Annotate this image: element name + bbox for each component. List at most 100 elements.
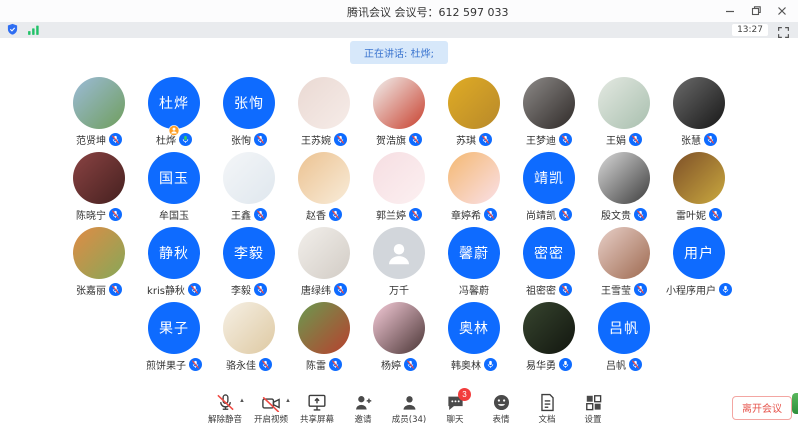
participant-cell[interactable]: 郭兰婷 (362, 152, 437, 227)
avatar: 靖凯 (523, 152, 575, 204)
participant-cell[interactable]: 万千 (362, 227, 437, 302)
close-button[interactable] (772, 2, 792, 20)
participant-cell[interactable]: 雷叶妮 (662, 152, 737, 227)
toolbar-button-camera-off[interactable]: 开启视频▲ (248, 393, 294, 425)
participant-cell[interactable]: 奥林韩奥林 (437, 302, 512, 377)
avatar (598, 77, 650, 129)
mic-muted-icon (709, 208, 722, 221)
participant-name: 张嘉丽 (76, 282, 106, 297)
minimize-icon (725, 6, 735, 16)
window-titlebar: 腾讯会议 会议号：612 597 033 (0, 0, 798, 22)
avatar-initials: 静秋 (159, 243, 189, 263)
participant-cell[interactable]: 李毅李毅 (212, 227, 287, 302)
fullscreen-button[interactable] (777, 24, 790, 37)
participant-cell[interactable]: 殷文贵 (587, 152, 662, 227)
participant-cell[interactable]: 张恂张恂 (212, 77, 287, 152)
default-person-icon (384, 238, 414, 268)
participant-cell[interactable]: 靖凯尚靖凯 (512, 152, 587, 227)
mic-muted-icon (559, 208, 572, 221)
participant-name: 赵香 (306, 207, 326, 222)
avatar-initials: 张恂 (234, 93, 264, 113)
participant-cell[interactable]: 骆永佳 (212, 302, 287, 377)
participant-name: 冯馨蔚 (459, 282, 489, 297)
mic-muted-icon (479, 133, 492, 146)
caret-up-icon[interactable]: ▲ (239, 398, 245, 404)
avatar-initials: 杜烨 (159, 93, 189, 113)
participant-name: 苏琪 (456, 132, 476, 147)
participant-cell[interactable]: 贺浩旗 (362, 77, 437, 152)
participant-cell[interactable]: 馨蔚冯馨蔚 (437, 227, 512, 302)
avatar (298, 227, 350, 279)
participant-cell[interactable]: 张嘉丽 (62, 227, 137, 302)
leave-meeting-button[interactable]: 离开会议 (732, 396, 792, 420)
mic-muted-icon (254, 283, 267, 296)
mic-muted-icon (334, 283, 347, 296)
avatar (373, 302, 425, 354)
participant-cell[interactable]: 张慧 (662, 77, 737, 152)
toolbar-button-mic-off[interactable]: 解除静音▲ (202, 393, 248, 425)
participant-cell[interactable]: 赵香 (287, 152, 362, 227)
toolbar-button-emoji[interactable]: 表情 (478, 393, 524, 425)
toolbar-button-invite[interactable]: 邀请 (340, 393, 386, 425)
participant-cell[interactable]: 王娟 (587, 77, 662, 152)
participant-name: 煎饼果子 (146, 357, 186, 372)
participant-cell[interactable]: 杜烨杜烨 (137, 77, 212, 152)
avatar (73, 152, 125, 204)
docked-widget-edge[interactable] (792, 393, 798, 414)
participant-cell[interactable]: 苏琪 (437, 77, 512, 152)
window-title: 腾讯会议 会议号：612 597 033 (347, 4, 508, 20)
toolbar-label: 文档 (538, 413, 555, 425)
participant-cell[interactable]: 密密祖密密 (512, 227, 587, 302)
participant-cell[interactable]: 用户小程序用户 (662, 227, 737, 302)
mic-muted-icon (329, 358, 342, 371)
avatar (298, 152, 350, 204)
participant-cell[interactable]: 王雪莹 (587, 227, 662, 302)
toolbar-button-screen-share[interactable]: 共享屏幕 (294, 393, 340, 425)
participant-cell[interactable]: 易华勇 (512, 302, 587, 377)
participant-cell[interactable]: 杨婷 (362, 302, 437, 377)
avatar: 奥林 (448, 302, 500, 354)
clock-time: 13:27 (732, 24, 768, 36)
avatar (523, 77, 575, 129)
avatar (598, 227, 650, 279)
maximize-button[interactable] (746, 2, 766, 20)
participant-cell[interactable]: 吕帆吕帆 (587, 302, 662, 377)
participant-cell[interactable]: 章婷希 (437, 152, 512, 227)
caret-up-icon[interactable]: ▲ (285, 398, 291, 404)
participant-cell[interactable]: 果子煎饼果子 (137, 302, 212, 377)
mic-muted-icon (559, 133, 572, 146)
participant-cell[interactable]: 国玉牟国玉 (137, 152, 212, 227)
avatar-initials: 馨蔚 (459, 243, 489, 263)
bottom-toolbar: 解除静音▲开启视频▲共享屏幕邀请成员(34)聊天3表情文档 设置 离开会议 (0, 390, 798, 427)
participant-cell[interactable]: 唐绿纬 (287, 227, 362, 302)
participant-name: 范贤坤 (76, 132, 106, 147)
toolbar-label: 聊天 (446, 413, 463, 425)
minimize-button[interactable] (720, 2, 740, 20)
participant-cell[interactable]: 王梦迪 (512, 77, 587, 152)
mic-on-icon (559, 358, 572, 371)
participant-cell[interactable]: 陈晓宁 (62, 152, 137, 227)
participant-cell[interactable]: 王苏婉 (287, 77, 362, 152)
participant-cell[interactable]: 静秋kris静秋 (137, 227, 212, 302)
participant-name: 骆永佳 (226, 357, 256, 372)
participant-name: 殷文贵 (601, 207, 631, 222)
participant-name: 王雪莹 (601, 282, 631, 297)
participant-cell[interactable]: 范贤坤 (62, 77, 137, 152)
avatar (373, 77, 425, 129)
participant-row: 果子煎饼果子骆永佳陈雷杨婷奥林韩奥林易华勇吕帆吕帆 (0, 302, 798, 377)
invite-icon (353, 393, 373, 412)
participant-row: 范贤坤 杜烨杜烨张恂张恂王苏婉贺浩旗苏琪 王梦迪王娟张慧 (0, 77, 798, 152)
toolbar-button-document[interactable]: 文档 (524, 393, 570, 425)
meeting-infobar: 13:27 (0, 22, 798, 38)
participant-cell[interactable]: 陈雷 (287, 302, 362, 377)
settings-icon (584, 393, 603, 412)
toolbar-button-chat[interactable]: 聊天3 (432, 393, 478, 425)
toolbar-button-members[interactable]: 成员(34) (386, 393, 432, 425)
avatar (73, 227, 125, 279)
avatar: 用户 (673, 227, 725, 279)
avatar: 果子 (148, 302, 200, 354)
avatar-initials: 用户 (684, 243, 714, 263)
avatar: 李毅 (223, 227, 275, 279)
toolbar-button-settings[interactable]: 设置 (570, 393, 616, 425)
participant-cell[interactable]: 王鑫 (212, 152, 287, 227)
